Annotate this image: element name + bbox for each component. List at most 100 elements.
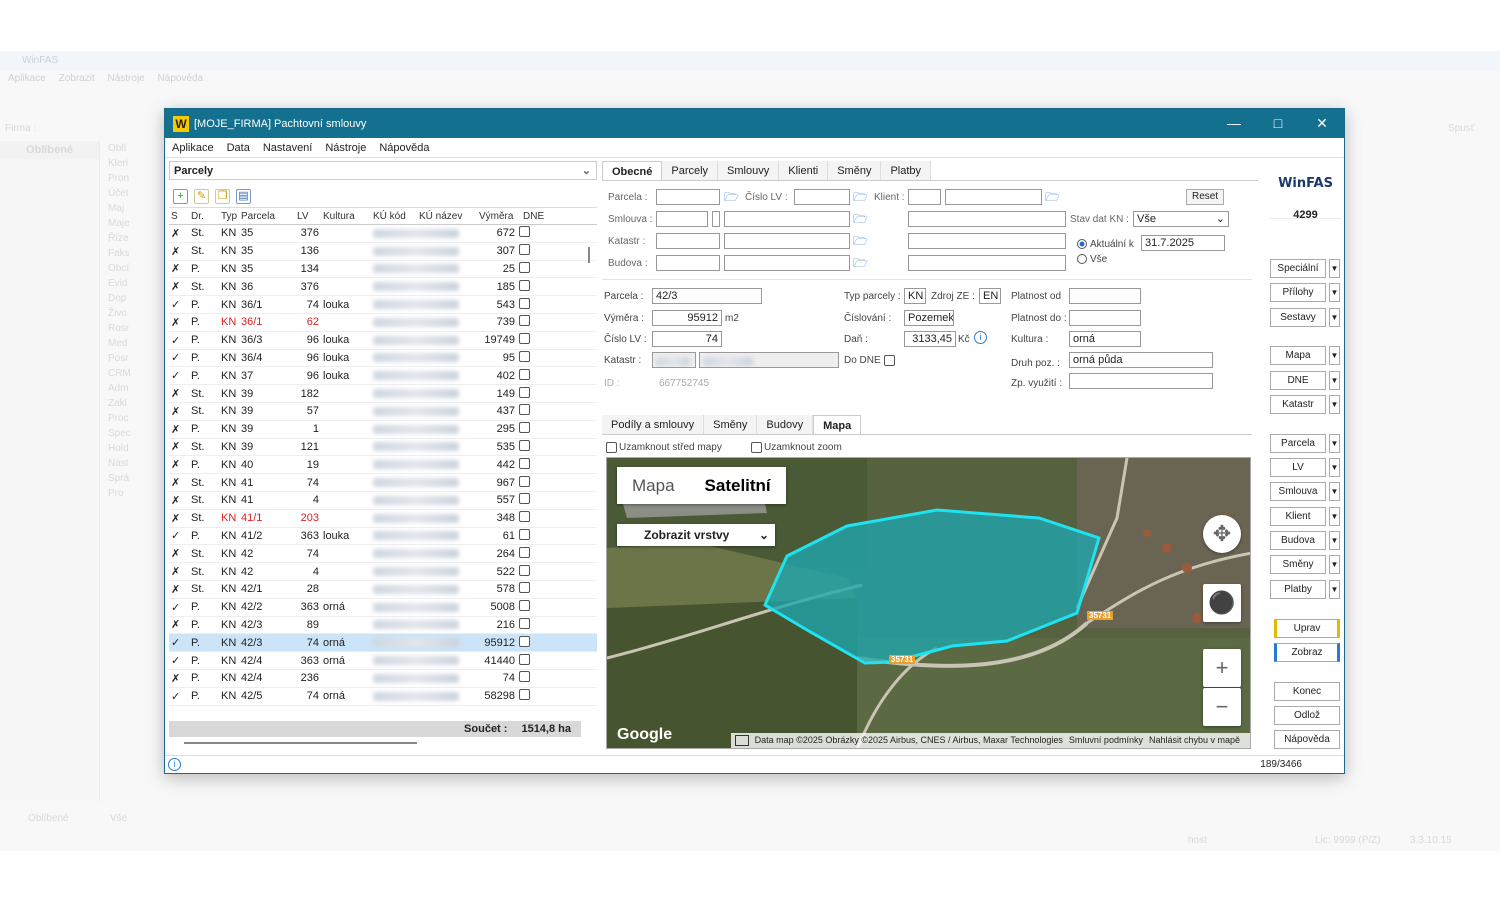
horizontal-scrollbar[interactable]: [184, 742, 417, 744]
table-row[interactable]: ✗ St. KN 42 4 522: [169, 563, 597, 581]
dropdown-arrow-icon[interactable]: ▼: [1329, 395, 1340, 414]
col-vymera[interactable]: Výměra: [479, 211, 523, 224]
street-view-icon[interactable]: ⚫: [1203, 584, 1241, 622]
parcels-selector[interactable]: Parcely ⌄: [169, 161, 597, 180]
do-dne-checkbox[interactable]: [884, 355, 895, 366]
bg-tree-item[interactable]: Zakl: [104, 398, 164, 413]
row-dne-checkbox[interactable]: [519, 457, 530, 469]
dropdown-arrow-icon[interactable]: ▼: [1329, 458, 1340, 477]
bg-menu-zobrazit[interactable]: Zobrazit: [59, 73, 95, 84]
filter-klient-name[interactable]: [945, 189, 1042, 205]
vertical-scrollbar[interactable]: [588, 247, 590, 263]
table-row[interactable]: ✗ St. KN 41/1 203 348: [169, 510, 597, 528]
parcela-value[interactable]: 42/3: [652, 288, 762, 304]
bg-tree-item[interactable]: Říze: [104, 233, 164, 248]
zdroj-ze-value[interactable]: EN: [979, 288, 1001, 304]
table-row[interactable]: ✗ P. KN 39 1 295: [169, 421, 597, 439]
btn-lv[interactable]: LV: [1270, 458, 1326, 477]
bg-tree-item[interactable]: Obcí: [104, 263, 164, 278]
bg-tree-item[interactable]: Sprá: [104, 473, 164, 488]
edit-icon[interactable]: ✎: [194, 189, 209, 204]
table-row[interactable]: ✗ P. KN 36/1 62 739: [169, 314, 597, 332]
bg-foot-oblibene[interactable]: Oblíbené: [28, 813, 69, 824]
col-typ[interactable]: Typ: [221, 211, 241, 224]
row-dne-checkbox[interactable]: [519, 511, 530, 523]
add-icon[interactable]: +: [173, 189, 188, 204]
table-row[interactable]: ✗ St. KN 42/1 28 578: [169, 581, 597, 599]
folder-icon[interactable]: 🗁: [853, 235, 868, 248]
action-konec[interactable]: Konec: [1274, 682, 1340, 701]
bg-tree-item[interactable]: Hold: [104, 443, 164, 458]
action-zobraz[interactable]: Zobraz: [1274, 643, 1340, 662]
aktualni-date[interactable]: 31.7.2025: [1141, 235, 1225, 251]
btn-smlouva[interactable]: Smlouva: [1270, 482, 1326, 501]
tab-parcely[interactable]: Parcely: [662, 161, 719, 180]
row-dne-checkbox[interactable]: [519, 582, 530, 594]
keyboard-icon[interactable]: [734, 735, 749, 746]
table-row[interactable]: ✗ St. KN 39 57 437: [169, 403, 597, 421]
vse-radio[interactable]: Vše: [1077, 254, 1107, 265]
dropdown-arrow-icon[interactable]: ▼: [1329, 308, 1340, 327]
filter-katastr-code[interactable]: [656, 233, 720, 249]
bg-tree-item[interactable]: Nást: [104, 458, 164, 473]
row-dne-checkbox[interactable]: [519, 368, 530, 380]
typ-parcely-value[interactable]: KN: [904, 288, 926, 304]
bg-tree-item[interactable]: Rosr: [104, 323, 164, 338]
info-icon[interactable]: i: [974, 331, 987, 344]
menu-napoveda[interactable]: Nápověda: [379, 142, 429, 154]
row-dne-checkbox[interactable]: [519, 546, 530, 558]
attrib-report[interactable]: Nahlásit chybu v mapě: [1149, 733, 1240, 748]
table-row[interactable]: ✓ P. KN 42/2 363 orná 5008: [169, 599, 597, 617]
filter-budova-code[interactable]: [656, 255, 720, 271]
row-dne-checkbox[interactable]: [519, 635, 530, 647]
col-ku-kod[interactable]: KÚ kód: [373, 211, 419, 224]
folder-icon[interactable]: 🗁: [1045, 191, 1060, 204]
folder-icon[interactable]: 🗁: [724, 191, 739, 204]
attrib-terms[interactable]: Smluvní podmínky: [1069, 733, 1143, 748]
btn-specialni[interactable]: Speciální: [1270, 259, 1326, 278]
subtab-budovy[interactable]: Budovy: [757, 415, 814, 434]
row-dne-checkbox[interactable]: [519, 439, 530, 451]
dropdown-arrow-icon[interactable]: ▼: [1329, 482, 1340, 501]
row-dne-checkbox[interactable]: [519, 653, 530, 665]
filter-smlouva-name[interactable]: [724, 211, 850, 227]
bg-tree-item[interactable]: Účet: [104, 188, 164, 203]
dropdown-arrow-icon[interactable]: ▼: [1329, 580, 1340, 599]
col-lv[interactable]: LV: [297, 211, 323, 224]
bg-tree-item[interactable]: Oblí: [104, 143, 164, 158]
platnost-od-input[interactable]: [1069, 288, 1141, 304]
dropdown-arrow-icon[interactable]: ▼: [1329, 346, 1340, 365]
stav-dat-select[interactable]: Vše ⌄: [1133, 211, 1229, 227]
bg-tree-item[interactable]: Proc: [104, 413, 164, 428]
bg-tree-item[interactable]: Kleri: [104, 158, 164, 173]
table-row[interactable]: ✗ St. KN 42 74 264: [169, 545, 597, 564]
zoom-out-icon[interactable]: −: [1203, 688, 1241, 726]
row-dne-checkbox[interactable]: [519, 475, 530, 487]
info-icon[interactable]: i: [168, 758, 181, 771]
table-row[interactable]: ✗ St. KN 39 182 149: [169, 385, 597, 403]
filter-klient-code[interactable]: [908, 189, 941, 205]
btn-budova[interactable]: Budova: [1270, 531, 1326, 550]
dan-value[interactable]: 3133,45: [904, 331, 956, 347]
dropdown-arrow-icon[interactable]: ▼: [1329, 531, 1340, 550]
row-dne-checkbox[interactable]: [519, 244, 530, 256]
subtab-mapa[interactable]: Mapa: [813, 415, 862, 434]
map-type-satelitni[interactable]: Satelitní: [690, 467, 786, 504]
btn-sestavy[interactable]: Sestavy: [1270, 308, 1326, 327]
bg-tree-item[interactable]: Pro: [104, 488, 164, 503]
map-move-icon[interactable]: ✥: [1203, 515, 1241, 553]
folder-icon[interactable]: 🗁: [853, 257, 868, 270]
btn-dne[interactable]: DNE: [1270, 371, 1326, 390]
action-napoveda[interactable]: Nápověda: [1274, 730, 1340, 749]
table-row[interactable]: ✗ St. KN 41 4 557: [169, 492, 597, 510]
maximize-icon[interactable]: □: [1256, 109, 1300, 138]
menu-data[interactable]: Data: [227, 142, 250, 154]
dropdown-arrow-icon[interactable]: ▼: [1329, 259, 1340, 278]
vymera-value[interactable]: 95912: [652, 310, 722, 326]
copy-icon[interactable]: ❐: [215, 189, 230, 204]
row-dne-checkbox[interactable]: [519, 528, 530, 540]
bg-tree-item[interactable]: Adm: [104, 383, 164, 398]
row-dne-checkbox[interactable]: [519, 689, 530, 701]
filter-katastr-name[interactable]: [724, 233, 850, 249]
table-row[interactable]: ✓ P. KN 42/3 74 orná 95912: [169, 634, 597, 653]
